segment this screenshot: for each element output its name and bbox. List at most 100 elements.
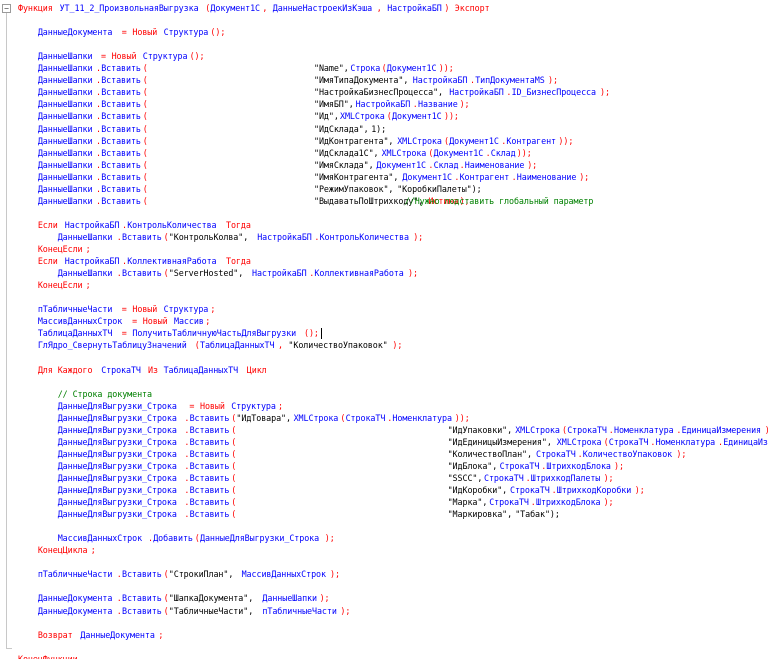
code-token: Документ1С xyxy=(210,3,261,13)
code-token: КонтрольКоличества xyxy=(127,219,222,230)
code-token: Возврат xyxy=(18,629,78,640)
code-token: "СтрокиПлан", xyxy=(168,569,239,580)
code-token: Вставить xyxy=(189,436,230,447)
code-token: Документ1С xyxy=(392,111,442,122)
code-token: "ИдЕдиницыИзмерения", xyxy=(447,436,552,447)
code-token: НастройкаБП xyxy=(387,3,442,13)
code-token: ДанныеДляВыгрузки_Строка xyxy=(200,533,320,544)
code-token: ДанныеШапки xyxy=(18,147,93,158)
code-token: Структура xyxy=(163,304,209,315)
code-token: XMLСтрока xyxy=(556,436,602,447)
code-token: ДанныеДляВыгрузки_Строка xyxy=(18,509,177,520)
code-token: Вставить xyxy=(101,63,141,74)
code-token: "РежимУпаковок", xyxy=(314,183,394,194)
code-token: ( xyxy=(231,424,237,435)
code-token: НастройкаБП xyxy=(449,87,504,98)
code-token: КонецЕсли xyxy=(18,280,83,291)
code-token: ; xyxy=(205,316,211,327)
code-token: ДанныеДляВыгрузки_Строка xyxy=(18,448,177,459)
code-token: НастройкаБП xyxy=(412,75,468,86)
code-token: Номенклатура xyxy=(392,412,452,423)
code-token: ЕдиницаИзмерения xyxy=(723,436,768,447)
code-token: Вставить xyxy=(189,412,230,423)
code-token: ДанныеШапки xyxy=(18,63,93,74)
code-token: Если xyxy=(18,219,63,230)
code-token: ДанныеШапки xyxy=(262,593,317,604)
code-token: КонтрольКоличества xyxy=(319,231,409,242)
code-editor[interactable]: − Функция УТ_11_2_ПроизвольнаяВыгрузка (Д… xyxy=(0,0,768,659)
code-token: Вставить xyxy=(189,424,230,435)
code-token: 1); xyxy=(371,123,387,134)
code-token: ) xyxy=(444,3,455,13)
code-token: ТаблицаДанныхТЧ xyxy=(200,340,275,351)
code-token: XMLСтрока xyxy=(515,424,560,435)
code-token: Вставить xyxy=(101,183,141,194)
code-token: ДанныеДляВыгрузки_Строка xyxy=(18,412,177,423)
code-token: НастройкаБП xyxy=(252,268,307,279)
code-token: ДанныеДокумента xyxy=(18,27,113,38)
code-token: Новый xyxy=(132,27,163,38)
code-token: XMLСтрока xyxy=(381,147,427,158)
code-token: = xyxy=(96,51,111,62)
code-token: ); xyxy=(603,472,614,483)
code-token: Вставить xyxy=(189,472,230,483)
code-token: ( xyxy=(231,436,237,447)
code-token: Вставить xyxy=(101,99,141,110)
code-token: "ИдКонтрагента", xyxy=(314,135,394,146)
code-token: Вставить xyxy=(101,75,141,86)
code-token: Наименование xyxy=(516,171,577,182)
code-token: пТабличныеЧасти xyxy=(18,304,113,315)
code-token: Вставить xyxy=(101,147,141,158)
text-caret xyxy=(320,328,322,340)
code-token: ; xyxy=(210,304,216,315)
code-token: ( xyxy=(231,460,237,471)
code-token: ДанныеШапки xyxy=(18,195,93,206)
code-token: ); xyxy=(614,460,624,471)
code-token: (); xyxy=(304,328,319,339)
code-token: Функция xyxy=(18,3,58,13)
code-token: ( xyxy=(142,183,148,194)
code-token: ( xyxy=(142,171,148,182)
code-token: ( xyxy=(142,123,148,134)
code-token: "ИмяТипаДокумента", xyxy=(314,75,409,86)
code-token: "НастройкаБизнесПроцесса", xyxy=(314,87,444,98)
code-token: пТабличныеЧасти xyxy=(18,569,113,580)
code-token: ДанныеДляВыгрузки_Строка xyxy=(18,460,177,471)
code-token: Вставить xyxy=(122,268,162,279)
code-token: Для Каждого xyxy=(18,364,98,375)
code-token: СтрокаТЧ xyxy=(489,497,529,508)
code-token: Документ1С xyxy=(402,171,453,182)
code-token: ); xyxy=(579,171,590,182)
code-token: ГлЯдро_СвернутьТаблицуЗначений xyxy=(18,340,187,351)
fold-gutter: − xyxy=(0,0,14,659)
code-token: Документ1С xyxy=(386,63,437,74)
code-token: Новый xyxy=(200,400,230,411)
code-token: "Маркировка", xyxy=(447,509,513,520)
code-token: Структура xyxy=(163,27,209,38)
code-token: Добавить xyxy=(153,533,193,544)
code-token: Вставить xyxy=(122,231,162,242)
code-token: "ИдСклада", xyxy=(314,123,369,134)
code-token: ); xyxy=(676,448,687,459)
code-token: Вставить xyxy=(189,497,230,508)
code-token: "ШапкаДокумента", xyxy=(168,593,259,604)
code-token: СтрокаТЧ xyxy=(499,460,540,471)
code-token: = xyxy=(116,328,132,339)
fold-guide-line xyxy=(6,13,7,649)
code-token: ( xyxy=(231,448,237,459)
code-token: МассивДанныхСтрок xyxy=(18,533,143,544)
code-token: ШтрихкодБлока xyxy=(546,460,611,471)
collapse-icon[interactable]: − xyxy=(2,4,11,13)
code-token: "КоличествоПлан", xyxy=(447,448,532,459)
code-token: ДанныеДляВыгрузки_Строка xyxy=(18,400,177,411)
code-token: ; xyxy=(278,400,283,411)
code-token: Новый xyxy=(142,316,173,327)
code-token: КоличествоУпаковок xyxy=(582,448,673,459)
code-token: СтрокаТЧ xyxy=(484,472,524,483)
code-token: ТаблицаДанныхТЧ xyxy=(18,328,113,339)
code-token: Массив xyxy=(174,316,204,327)
code-token: Вставить xyxy=(101,135,141,146)
code-token: КонецЦикла xyxy=(18,545,88,556)
code-token: ); xyxy=(413,231,424,242)
code-token: СтрокаТЧ xyxy=(567,424,607,435)
